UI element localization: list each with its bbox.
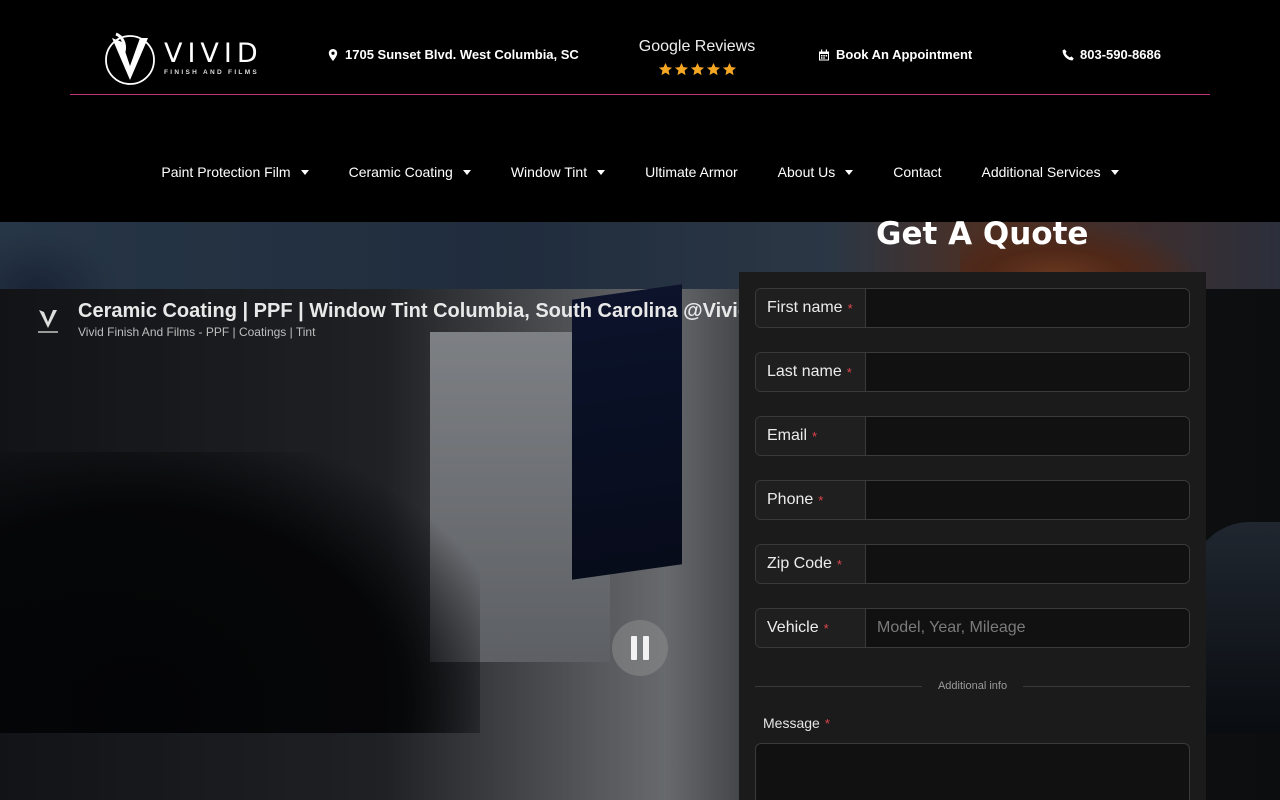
book-appointment-label: Book An Appointment	[836, 47, 973, 62]
vehicle-input[interactable]	[866, 609, 1189, 647]
nav-item-paint-protection-film[interactable]: Paint Protection Film	[161, 160, 309, 184]
star-icon	[658, 62, 672, 76]
email-label: Email *	[756, 417, 866, 455]
brand-logo[interactable]: VIVID FINISH AND FILMS	[102, 28, 272, 88]
star-icon	[706, 62, 720, 76]
google-reviews[interactable]: Google Reviews	[633, 38, 761, 77]
required-marker: *	[812, 428, 818, 444]
field-label-text: First name	[767, 299, 843, 316]
phone-number: 803-590-8686	[1080, 47, 1161, 62]
divider-line	[755, 685, 922, 687]
phone-field[interactable]: Phone *	[755, 480, 1190, 520]
nav-item-about-us[interactable]: About Us	[778, 160, 854, 184]
required-marker: *	[823, 620, 829, 636]
brand-tagline: FINISH AND FILMS	[164, 69, 260, 76]
star-icon	[722, 62, 736, 76]
video-title[interactable]: Ceramic Coating | PPF | Window Tint Colu…	[78, 300, 740, 323]
book-appointment-link[interactable]: Book An Appointment	[818, 47, 972, 62]
nav-item-label: About Us	[777, 164, 836, 180]
vivid-logo-mark-icon	[105, 32, 155, 85]
field-label-text: Phone	[767, 491, 814, 508]
nav-item-label: Additional Services	[981, 164, 1101, 180]
zip-code-label: Zip Code *	[756, 545, 866, 583]
first-name-input[interactable]	[866, 289, 1189, 327]
zip-code-input[interactable]	[866, 545, 1189, 583]
map-pin-icon	[328, 48, 338, 61]
caret-down-icon	[597, 169, 606, 175]
phone-icon	[1062, 48, 1074, 60]
zip-code-field[interactable]: Zip Code *	[755, 544, 1190, 584]
phone-label: Phone *	[756, 481, 866, 519]
video-channel[interactable]: Vivid Finish And Films - PPF | Coatings …	[78, 325, 315, 339]
additional-info-divider: Additional info	[755, 676, 1191, 696]
vehicle-label: Vehicle *	[756, 609, 866, 647]
channel-logo-icon[interactable]	[36, 308, 60, 336]
field-label-text: Email	[767, 427, 808, 444]
pause-button[interactable]	[612, 620, 668, 676]
required-marker: *	[818, 492, 824, 508]
quote-title: Get A Quote	[876, 216, 1089, 252]
brand-name: VIVID	[164, 38, 263, 69]
nav-item-label: Ultimate Armor	[645, 164, 738, 180]
field-label-text: Last name	[767, 363, 842, 380]
caret-down-icon	[462, 169, 471, 175]
first-name-field[interactable]: First name *	[755, 288, 1190, 328]
required-marker: *	[847, 300, 853, 316]
nav-item-window-tint[interactable]: Window Tint	[510, 160, 606, 184]
site-header: VIVID FINISH AND FILMS 1705 Sunset Blvd.…	[0, 0, 1280, 222]
required-marker: *	[846, 364, 852, 380]
pause-icon	[631, 636, 637, 660]
caret-down-icon	[1110, 169, 1119, 175]
star-icon	[690, 62, 704, 76]
nav-item-label: Paint Protection Film	[161, 164, 291, 180]
first-name-label: First name *	[756, 289, 866, 327]
nav-item-label: Contact	[893, 164, 942, 180]
rating-stars	[633, 62, 761, 77]
last-name-label: Last name *	[756, 353, 866, 391]
field-label-text: Vehicle	[767, 619, 819, 636]
field-label-text: Zip Code	[767, 555, 832, 572]
star-icon	[674, 62, 688, 76]
nav-item-additional-services[interactable]: Additional Services	[982, 160, 1119, 184]
quote-form: First name * Last name * Email * Phone * Zip…	[739, 272, 1206, 800]
required-marker: *	[824, 716, 830, 731]
phone-link[interactable]: 803-590-8686	[1062, 47, 1161, 62]
nav-item-label: Window Tint	[510, 164, 588, 180]
address-text: 1705 Sunset Blvd. West Columbia, SC	[345, 47, 579, 62]
message-textarea[interactable]	[755, 743, 1190, 800]
additional-info-label: Additional info	[937, 680, 1008, 692]
reviews-label: Google Reviews	[638, 38, 756, 55]
email-field[interactable]: Email *	[755, 416, 1190, 456]
main-nav: Paint Protection Film Ceramic Coating Wi…	[0, 160, 1280, 184]
last-name-input[interactable]	[866, 353, 1189, 391]
nav-item-contact[interactable]: Contact	[893, 160, 941, 184]
header-divider	[70, 94, 1210, 95]
caret-down-icon	[300, 169, 309, 175]
phone-input[interactable]	[866, 481, 1189, 519]
message-label: Message *	[763, 715, 830, 731]
address-link[interactable]: 1705 Sunset Blvd. West Columbia, SC	[327, 47, 579, 62]
last-name-field[interactable]: Last name *	[755, 352, 1190, 392]
divider-line	[1023, 685, 1191, 687]
pause-icon	[643, 636, 649, 660]
nav-item-label: Ceramic Coating	[348, 164, 453, 180]
nav-item-ultimate-armor[interactable]: Ultimate Armor	[645, 160, 738, 184]
vehicle-field[interactable]: Vehicle *	[755, 608, 1190, 648]
nav-item-ceramic-coating[interactable]: Ceramic Coating	[349, 160, 471, 184]
email-input[interactable]	[866, 417, 1189, 455]
required-marker: *	[836, 556, 842, 572]
message-label-text: Message	[763, 715, 820, 731]
calendar-icon	[819, 49, 829, 60]
caret-down-icon	[845, 169, 854, 175]
